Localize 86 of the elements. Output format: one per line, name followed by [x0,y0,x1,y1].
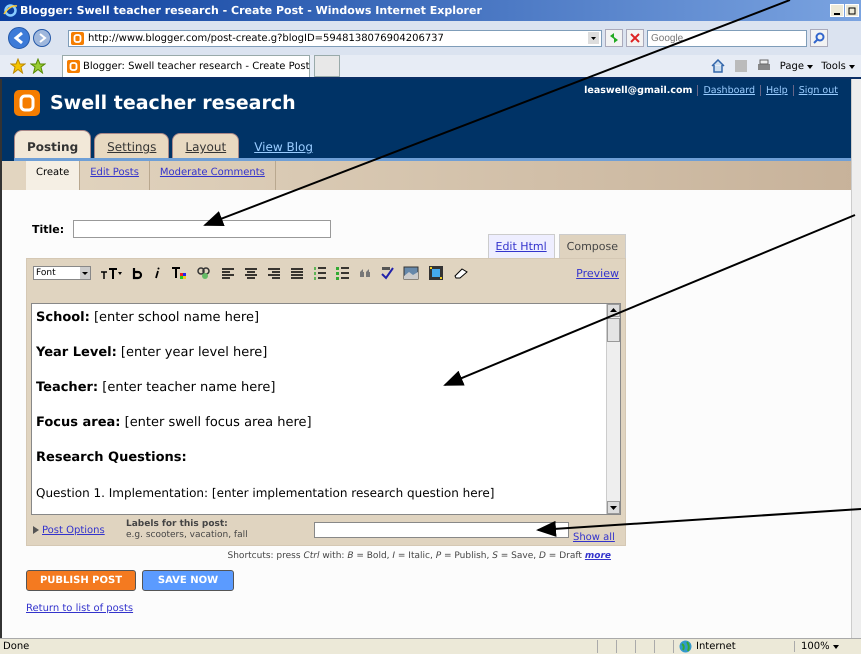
show-all-link[interactable]: Show all [573,532,615,545]
editor-mode-tab[interactable]: Compose [558,234,626,258]
blogger-logo-icon [67,60,80,73]
expand-triangle-icon[interactable] [33,526,39,534]
home-icon[interactable] [710,59,726,73]
link-icon[interactable] [196,266,212,280]
minimize-button[interactable] [830,4,844,17]
tools-menu[interactable]: Tools [821,60,855,72]
page-menu[interactable]: Page [780,60,814,72]
nav-tab[interactable]: Settings [94,133,170,158]
search-field[interactable]: Google [647,30,807,46]
favorites-star-icon[interactable] [10,58,26,74]
stop-button[interactable] [626,29,644,47]
page-scrollbar[interactable] [851,79,861,638]
refresh-button[interactable] [605,29,623,47]
text-color-icon[interactable] [171,266,187,280]
scroll-down-button[interactable] [607,501,620,514]
editor-text-line: Question 1. Implementation: [enter implementation research question here] [36,485,496,502]
nav-tab[interactable]: Layout [172,133,240,158]
minimize-icon [834,12,840,14]
browser-logo-icon [3,3,18,18]
align-left-icon[interactable] [221,267,235,279]
bullet-list-icon[interactable] [336,266,350,280]
align-center-icon[interactable] [244,267,258,279]
printer-icon[interactable] [756,59,772,73]
video-icon[interactable] [428,265,444,281]
maximize-button[interactable] [845,4,859,17]
nav-tab[interactable]: Posting [14,130,92,158]
header-link[interactable]: Sign out [792,85,843,96]
scrollbar[interactable] [606,304,620,514]
more-link[interactable]: more [584,551,611,561]
caret-icon [849,64,855,68]
user-email: leaswell@gmail.com [584,85,692,96]
labels-field[interactable] [314,522,569,538]
align-right-icon[interactable] [267,267,281,279]
status-text: Done [2,641,30,652]
shortcuts-hint: Shortcuts: press Ctrl with: B = Bold, I = Italic, P = Publish, S = Save, D = Draft [228,551,582,561]
security-zone: Internet [673,640,794,653]
close-icon [629,32,641,44]
italic-icon[interactable] [152,266,162,280]
sub-tab[interactable]: Moderate Comments [150,161,276,190]
editor-text-line: Year Level: [enter year level here] [36,344,268,362]
numbered-list-icon[interactable] [313,266,327,280]
labels-hint: e.g. scooters, vacation, fall [126,530,249,541]
post-options-link[interactable]: Post Options [42,524,126,536]
editor-text-line: School: [enter school name here] [36,309,260,327]
font-dropdown[interactable]: Font [33,266,91,280]
globe-icon [679,640,692,653]
spell-check-icon[interactable] [380,266,394,280]
search-icon [813,32,825,44]
eraser-icon[interactable] [453,267,469,279]
quote-icon[interactable] [359,268,371,278]
justify-icon[interactable] [290,267,304,279]
browser-tab[interactable]: Blogger: Swell teacher research - Create Post [62,55,310,77]
font-size-icon[interactable] [100,266,122,280]
title-field[interactable] [73,220,332,238]
zoom-level[interactable]: 100% [794,641,861,652]
caret-icon [807,64,814,68]
editor-area[interactable] [31,303,621,515]
caret-icon [832,645,839,649]
window-title: Blogger: Swell teacher research - Create Post - Windows Internet Explorer [20,4,483,17]
header-link[interactable]: Help [760,85,793,96]
blogger-logo-icon [71,32,84,44]
title-label: Title: [32,222,64,236]
editor-text-line: Focus area: [enter swell focus area here] [36,414,313,432]
address-field[interactable]: http://www.blogger.com/post-create.g?blogID=5948138076904206737 [68,30,602,46]
sub-tab[interactable]: Create [26,161,80,190]
image-icon[interactable] [403,266,419,280]
forward-button[interactable] [33,29,51,47]
add-favorite-icon[interactable] [30,58,46,74]
return-link[interactable]: Return to list of posts [26,603,134,614]
labels-title: Labels for this post: [126,519,229,530]
sub-tab[interactable]: Edit Posts [80,161,150,190]
maximize-icon [848,6,856,14]
search-button[interactable] [810,29,828,47]
blog-title: Swell teacher research [50,92,296,114]
header-link[interactable]: Dashboard [697,85,760,96]
back-button[interactable] [8,27,30,49]
editor-mode-tab[interactable]: Edit Html [488,234,555,258]
bold-icon[interactable] [131,266,143,280]
blogger-logo-icon [14,90,40,116]
preview-link[interactable]: Preview [576,266,619,280]
view-blog-link[interactable]: View Blog [242,140,326,158]
scroll-thumb[interactable] [607,318,620,342]
editor-heading: Research Questions: [36,449,188,467]
editor-text-line: Teacher: [enter teacher name here] [36,379,276,397]
